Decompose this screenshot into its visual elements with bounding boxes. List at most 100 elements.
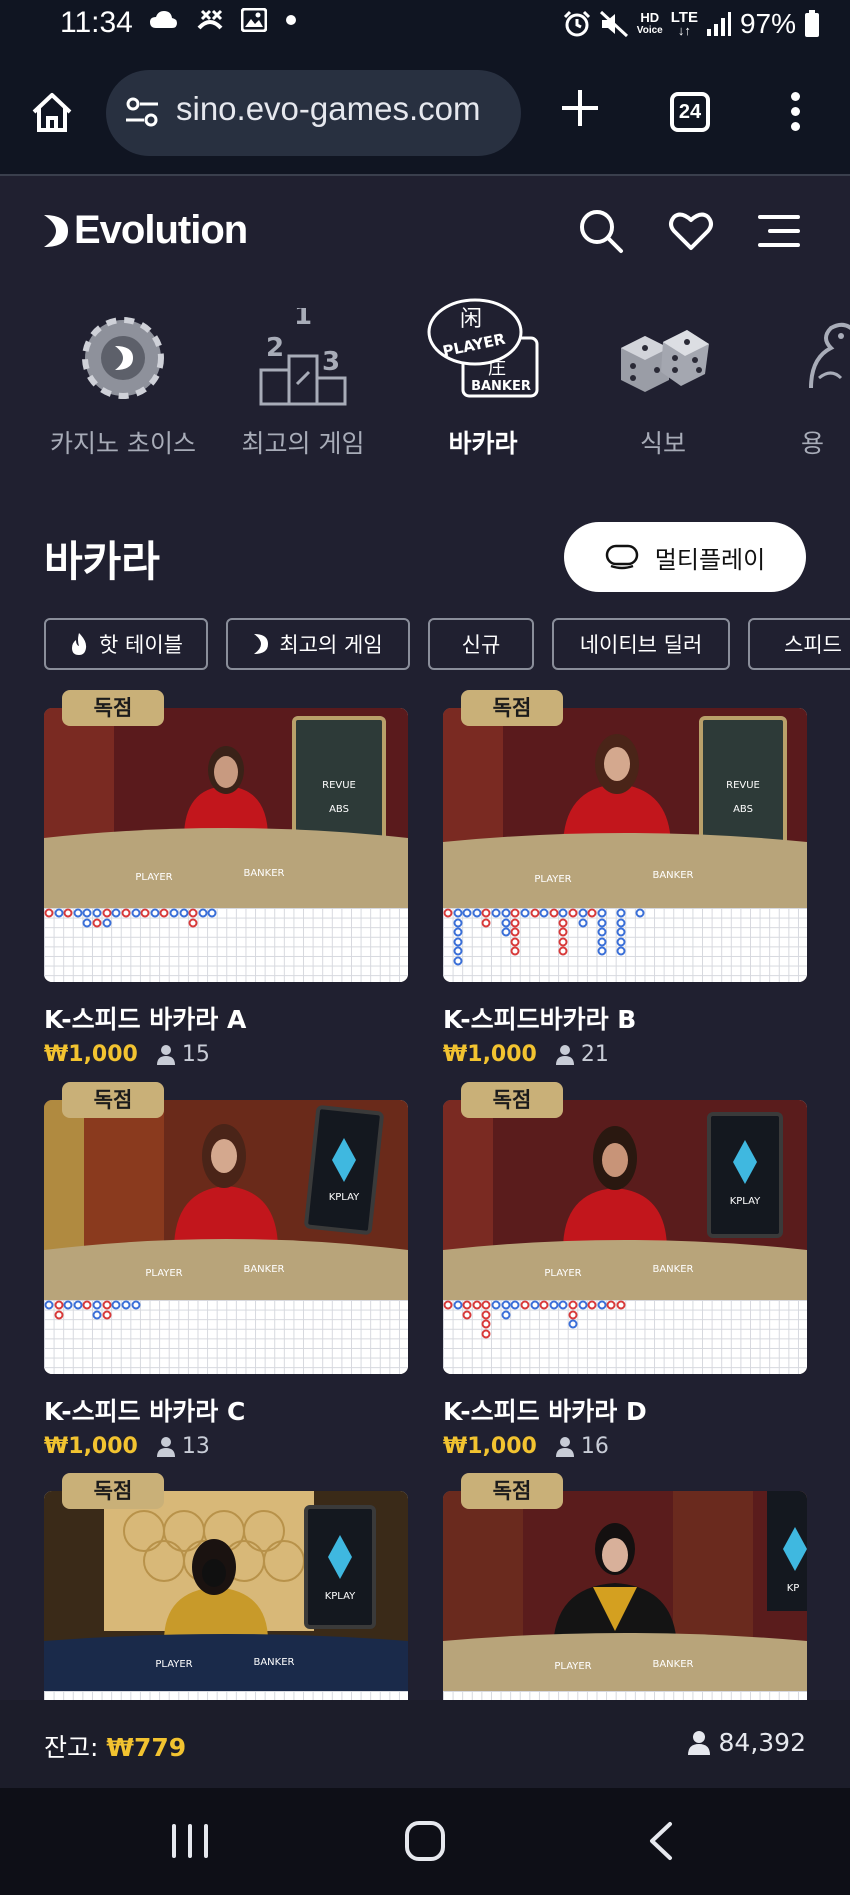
filter-hot-tables[interactable]: 핫 테이블 — [44, 618, 208, 670]
plus-icon[interactable] — [558, 86, 602, 130]
bead-road — [44, 1691, 408, 1700]
table-player-text: PLAYER — [135, 872, 172, 883]
game-thumbnail[interactable]: KPLAY PLAYER BANKER — [443, 1100, 807, 1374]
player-count: 15 — [156, 1042, 210, 1067]
filter-top-games[interactable]: 최고의 게임 — [226, 618, 410, 670]
heart-icon[interactable] — [668, 208, 714, 254]
road-markers — [44, 908, 217, 928]
tab-switcher-button[interactable]: 24 — [670, 92, 710, 132]
game-thumbnail[interactable]: KP PLAYER BANKER — [443, 1491, 807, 1700]
site-header: Evolution — [0, 178, 850, 288]
game-title[interactable]: K-스피드 바카라 D — [443, 1392, 647, 1428]
game-title[interactable]: K-스피드 바카라 A — [44, 1000, 246, 1036]
bead-road — [44, 1300, 408, 1374]
filter-chips: 핫 테이블 최고의 게임 신규 네이티브 딜러 스피드 — [44, 618, 850, 672]
image-icon — [240, 7, 268, 33]
podium-second: 2 — [266, 333, 284, 363]
road-markers — [44, 1300, 141, 1320]
dealer-scene: KPLAY PLAYER BANKER — [44, 1100, 408, 1300]
filter-label: 스피드 — [784, 633, 842, 657]
lte-icon: LTE ↓↑ — [670, 9, 698, 38]
game-thumbnail[interactable]: REVUE ABS PLAYER BANKER — [443, 708, 807, 982]
category-casino-choice[interactable]: 카지노 초이스 — [33, 288, 213, 468]
category-baccarat[interactable]: 闲 PLAYER 庄 BANKER 바카라 — [393, 288, 573, 468]
call-blocked-icon — [197, 9, 223, 30]
table-player-text: PLAYER — [534, 874, 571, 885]
dealer-scene: KPLAY PLAYER BANKER — [44, 1491, 408, 1691]
system-navigation-bar — [0, 1788, 850, 1895]
baccarat-art-char1: 闲 — [460, 307, 482, 332]
category-dragon[interactable]: 용 — [753, 288, 850, 468]
search-icon[interactable] — [578, 208, 624, 254]
user-icon — [156, 1436, 175, 1457]
address-bar[interactable]: sino.evo-games.com — [106, 70, 521, 156]
table-player-text: PLAYER — [554, 1661, 591, 1672]
url-text[interactable]: sino.evo-games.com — [176, 90, 516, 128]
game-card[interactable]: 독점 KPLAY PLAYER BANKER — [44, 1473, 408, 1700]
table-banker-text: BANKER — [243, 868, 284, 879]
category-top-games[interactable]: 1 2 3 최고의 게임 — [213, 288, 393, 468]
game-meta: ₩1,000 15 — [44, 1042, 210, 1067]
browser-menu-icon[interactable] — [780, 92, 810, 136]
back-icon[interactable] — [632, 1816, 692, 1866]
game-thumbnail[interactable]: KPLAY PLAYER BANKER — [44, 1491, 408, 1700]
table-banker-text: BANKER — [243, 1264, 284, 1275]
user-icon — [156, 1044, 175, 1065]
game-title[interactable]: K-스피드바카라 B — [443, 1000, 636, 1036]
menu-icon[interactable] — [756, 208, 802, 254]
user-icon — [555, 1044, 574, 1065]
player-count-value: 13 — [181, 1434, 210, 1459]
road-markers — [443, 1300, 626, 1339]
online-count: 84,392 — [718, 1728, 806, 1757]
category-sicbo[interactable]: 식보 — [573, 288, 753, 468]
evolution-logo[interactable]: Evolution — [42, 208, 248, 253]
user-icon — [687, 1730, 710, 1755]
status-left-icons — [148, 7, 297, 38]
game-meta: ₩1,000 16 — [443, 1434, 609, 1459]
bet-min: ₩1,000 — [443, 1434, 537, 1459]
dice-icon — [621, 330, 709, 392]
dealer-scene: KPLAY PLAYER BANKER — [443, 1100, 807, 1300]
bead-road — [443, 1300, 807, 1374]
cloud-icon — [150, 11, 177, 28]
game-card[interactable]: 독점 KP PLAYER BANKER — [443, 1473, 807, 1700]
game-thumbnail[interactable]: REVUE ABS PLAYER BANKER — [44, 708, 408, 982]
multiplay-button[interactable]: 멀티플레이 — [564, 522, 806, 592]
player-count-value: 21 — [580, 1042, 609, 1067]
game-title[interactable]: K-스피드 바카라 C — [44, 1392, 245, 1428]
hd-voice-icon: HD Voice — [636, 10, 663, 36]
game-thumbnail[interactable]: KPLAY PLAYER BANKER — [44, 1100, 408, 1374]
table-banker-text: BANKER — [652, 870, 693, 881]
battery-percent: 97% — [739, 8, 796, 39]
table-banker-text: BANKER — [652, 1659, 693, 1670]
browser-toolbar: sino.evo-games.com 24 — [0, 50, 850, 176]
screen-text-2: ABS — [329, 804, 349, 815]
battery-icon — [805, 10, 819, 37]
filter-new[interactable]: 신규 — [428, 618, 534, 670]
exclusive-badge: 독점 — [461, 690, 563, 726]
home-icon[interactable] — [30, 90, 74, 134]
recent-apps-icon[interactable] — [160, 1816, 220, 1866]
screen-text-1: REVUE — [322, 780, 356, 791]
exclusive-badge: 독점 — [461, 1082, 563, 1118]
exclusive-badge: 독점 — [461, 1473, 563, 1509]
screen-text-1: KPLAY — [325, 1591, 356, 1602]
dealer-scene: REVUE ABS PLAYER BANKER — [44, 708, 408, 908]
site-settings-icon[interactable] — [124, 94, 160, 130]
game-meta: ₩1,000 21 — [443, 1042, 609, 1067]
balance-bar: 잔고: ₩779 84,392 — [0, 1700, 850, 1788]
evolution-logo-mark-icon — [44, 214, 68, 247]
home-nav-icon[interactable] — [395, 1816, 455, 1866]
player-count-value: 16 — [580, 1434, 609, 1459]
screen-text-2: ABS — [733, 804, 753, 815]
new-tab-icon[interactable] — [558, 86, 602, 130]
player-count: 21 — [555, 1042, 609, 1067]
table-banker-text: BANKER — [652, 1264, 693, 1275]
filter-speed[interactable]: 스피드 — [748, 618, 850, 670]
mute-icon — [599, 10, 628, 38]
multiplay-label: 멀티플레이 — [654, 545, 766, 574]
category-carousel: 카지노 초이스 1 2 3 최고의 게임 闲 PLAYER 庄 BANKER 바… — [0, 288, 850, 478]
screen-text-1: KP — [787, 1583, 800, 1594]
filter-native-dealer[interactable]: 네이티브 딜러 — [552, 618, 730, 670]
bead-road — [443, 1691, 807, 1700]
